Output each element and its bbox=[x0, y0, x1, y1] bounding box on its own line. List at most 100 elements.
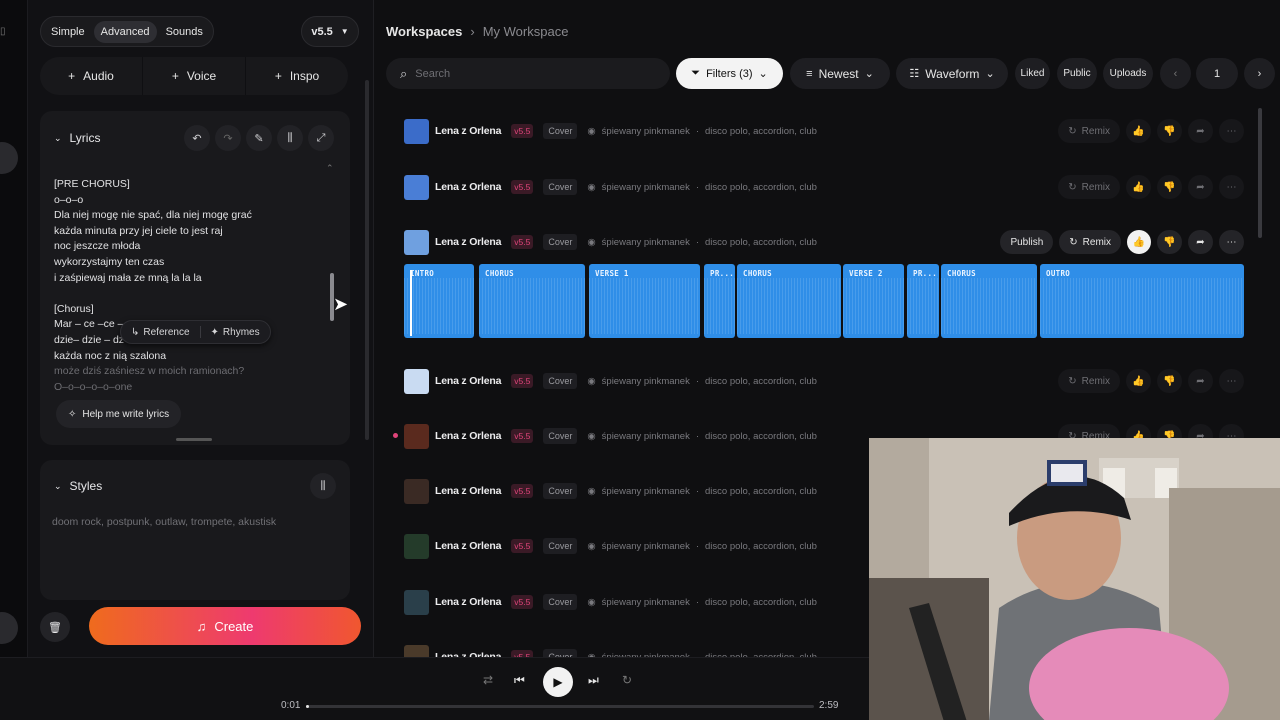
waveform-section[interactable]: OUTRO bbox=[1040, 264, 1244, 338]
help-write-lyrics-button[interactable]: ✧ Help me write lyrics bbox=[56, 400, 182, 428]
list-scrollbar[interactable] bbox=[1258, 108, 1262, 238]
breadcrumb-root[interactable]: Workspaces bbox=[386, 24, 462, 39]
song-artist[interactable]: śpiewany pinkmanek bbox=[602, 126, 690, 137]
song-thumbnail[interactable] bbox=[404, 533, 429, 559]
lyrics-editor[interactable]: [PRE CHORUS] o–o–o Dla niej mogę nie spa… bbox=[54, 177, 324, 390]
song-thumbnail[interactable] bbox=[404, 229, 429, 255]
filters-button[interactable]: ⏷ Filters (3) ⌄ bbox=[676, 58, 783, 89]
trash-icon[interactable]: 🗑 bbox=[40, 612, 70, 642]
remix-button[interactable]: ↻ Remix bbox=[1059, 230, 1121, 254]
song-thumbnail[interactable] bbox=[404, 423, 429, 449]
edit-icon[interactable]: ✎ bbox=[246, 125, 272, 151]
rail-button[interactable] bbox=[0, 612, 18, 644]
chevron-up-icon[interactable]: ⌃ bbox=[326, 163, 334, 174]
rhymes-button[interactable]: ✦ Rhymes bbox=[211, 327, 260, 338]
styles-toggle[interactable]: ⌄ Styles bbox=[54, 479, 102, 493]
waveform[interactable]: INTRO CHORUS VERSE 1 PR... CHORUS VERSE 2 PR..… bbox=[404, 264, 1244, 338]
song-artist[interactable]: śpiewany pinkmanek bbox=[602, 182, 690, 193]
waveform-section[interactable]: INTRO bbox=[404, 264, 474, 338]
share-icon[interactable]: ➦ bbox=[1188, 230, 1213, 254]
song-artist[interactable]: śpiewany pinkmanek bbox=[602, 486, 690, 497]
song-title[interactable]: Lena z Orlena bbox=[435, 596, 501, 608]
song-artist[interactable]: śpiewany pinkmanek bbox=[602, 431, 690, 442]
dislike-icon[interactable]: 👎 bbox=[1157, 369, 1182, 393]
dislike-icon[interactable]: 👎 bbox=[1157, 230, 1182, 254]
waveform-section[interactable]: VERSE 1 bbox=[589, 264, 700, 338]
tab-sounds[interactable]: Sounds bbox=[159, 21, 210, 43]
song-artist[interactable]: śpiewany pinkmanek bbox=[602, 597, 690, 608]
song-row[interactable]: Lena z Orlena v5.5 Cover ◉ śpiewany pinkmane… bbox=[404, 174, 1244, 200]
dislike-icon[interactable]: 👎 bbox=[1157, 175, 1182, 199]
next-icon[interactable]: ⏭ bbox=[588, 673, 599, 688]
uploads-filter[interactable]: Uploads bbox=[1103, 58, 1153, 89]
shuffle-icon[interactable]: ⇄ bbox=[483, 673, 493, 687]
tab-simple[interactable]: Simple bbox=[44, 21, 92, 43]
song-thumbnail[interactable] bbox=[404, 368, 429, 394]
tab-advanced[interactable]: Advanced bbox=[93, 20, 157, 43]
waveform-section[interactable]: CHORUS bbox=[479, 264, 585, 338]
liked-filter[interactable]: Liked bbox=[1015, 58, 1050, 89]
song-thumbnail[interactable] bbox=[404, 589, 429, 615]
remix-button[interactable]: ↻ Remix bbox=[1058, 369, 1120, 393]
avatar[interactable] bbox=[0, 142, 18, 174]
remix-button[interactable]: ↻ Remix bbox=[1058, 119, 1120, 143]
resize-handle[interactable] bbox=[176, 438, 212, 441]
playhead[interactable] bbox=[410, 270, 412, 336]
redo-icon[interactable]: ↷ bbox=[215, 125, 241, 151]
song-artist[interactable]: śpiewany pinkmanek bbox=[602, 541, 690, 552]
create-button[interactable]: ♫ Create bbox=[89, 607, 361, 645]
song-title[interactable]: Lena z Orlena bbox=[435, 485, 501, 497]
share-icon[interactable]: ➦ bbox=[1188, 369, 1213, 393]
waveform-section[interactable]: PR... bbox=[704, 264, 735, 338]
song-row[interactable]: Lena z Orlena v5.5 Cover ◉ śpiewany pinkmane… bbox=[404, 368, 1244, 394]
repeat-icon[interactable]: ↻ bbox=[622, 673, 632, 687]
add-inspo-button[interactable]: + Inspo bbox=[246, 57, 348, 95]
next-page-button[interactable]: › bbox=[1244, 58, 1275, 89]
share-icon[interactable]: ➦ bbox=[1188, 175, 1213, 199]
song-row[interactable]: Lena z Orlena v5.5 Cover ◉ śpiewany pinkmane… bbox=[404, 229, 1244, 255]
public-filter[interactable]: Public bbox=[1057, 58, 1097, 89]
library-icon[interactable]: ⫼ bbox=[277, 125, 303, 151]
song-title[interactable]: Lena z Orlena bbox=[435, 181, 501, 193]
share-icon[interactable]: ➦ bbox=[1188, 119, 1213, 143]
song-title[interactable]: Lena z Orlena bbox=[435, 236, 501, 248]
waveform-section[interactable]: VERSE 2 bbox=[843, 264, 904, 338]
waveform-section[interactable]: CHORUS bbox=[737, 264, 841, 338]
song-title[interactable]: Lena z Orlena bbox=[435, 430, 501, 442]
song-thumbnail[interactable] bbox=[404, 118, 429, 144]
version-select[interactable]: v5.5 ▼ bbox=[301, 16, 359, 47]
song-row[interactable]: Lena z Orlena v5.5 Cover ◉ śpiewany pinkmane… bbox=[404, 118, 1244, 144]
more-icon[interactable]: ⋯ bbox=[1219, 230, 1244, 254]
like-icon[interactable]: 👍 bbox=[1126, 369, 1151, 393]
view-button[interactable]: ☷ Waveform ⌄ bbox=[896, 58, 1008, 89]
like-icon[interactable]: 👍 bbox=[1126, 175, 1151, 199]
reference-button[interactable]: ↳ Reference bbox=[131, 327, 190, 338]
styles-library-icon[interactable]: ⫼ bbox=[310, 473, 336, 499]
more-icon[interactable]: ⋯ bbox=[1219, 175, 1244, 199]
play-button[interactable]: ▶ bbox=[543, 667, 573, 697]
song-thumbnail[interactable] bbox=[404, 478, 429, 504]
song-title[interactable]: Lena z Orlena bbox=[435, 540, 501, 552]
song-title[interactable]: Lena z Orlena bbox=[435, 375, 501, 387]
more-icon[interactable]: ⋯ bbox=[1219, 119, 1244, 143]
sort-button[interactable]: ≡ Newest ⌄ bbox=[790, 58, 890, 89]
more-icon[interactable]: ⋯ bbox=[1219, 369, 1244, 393]
dislike-icon[interactable]: 👎 bbox=[1157, 119, 1182, 143]
search-input[interactable]: ⌕ Search bbox=[386, 58, 670, 89]
lyrics-toggle[interactable]: ⌄ Lyrics bbox=[54, 131, 100, 145]
progress-bar[interactable] bbox=[306, 705, 814, 708]
styles-input[interactable]: doom rock, postpunk, outlaw, trompete, a… bbox=[52, 516, 276, 528]
add-voice-button[interactable]: + Voice bbox=[143, 57, 246, 95]
like-icon[interactable]: 👍 bbox=[1127, 230, 1151, 254]
like-icon[interactable]: 👍 bbox=[1126, 119, 1151, 143]
prev-page-button[interactable]: ‹ bbox=[1160, 58, 1191, 89]
song-thumbnail[interactable] bbox=[404, 174, 429, 200]
song-title[interactable]: Lena z Orlena bbox=[435, 125, 501, 137]
waveform-section[interactable]: PR... bbox=[907, 264, 939, 338]
remix-button[interactable]: ↻ Remix bbox=[1058, 175, 1120, 199]
song-artist[interactable]: śpiewany pinkmanek bbox=[602, 376, 690, 387]
song-artist[interactable]: śpiewany pinkmanek bbox=[602, 237, 690, 248]
previous-icon[interactable]: ⏮ bbox=[514, 673, 525, 688]
publish-button[interactable]: Publish bbox=[1000, 230, 1054, 254]
panel-scrollbar[interactable] bbox=[365, 80, 369, 440]
